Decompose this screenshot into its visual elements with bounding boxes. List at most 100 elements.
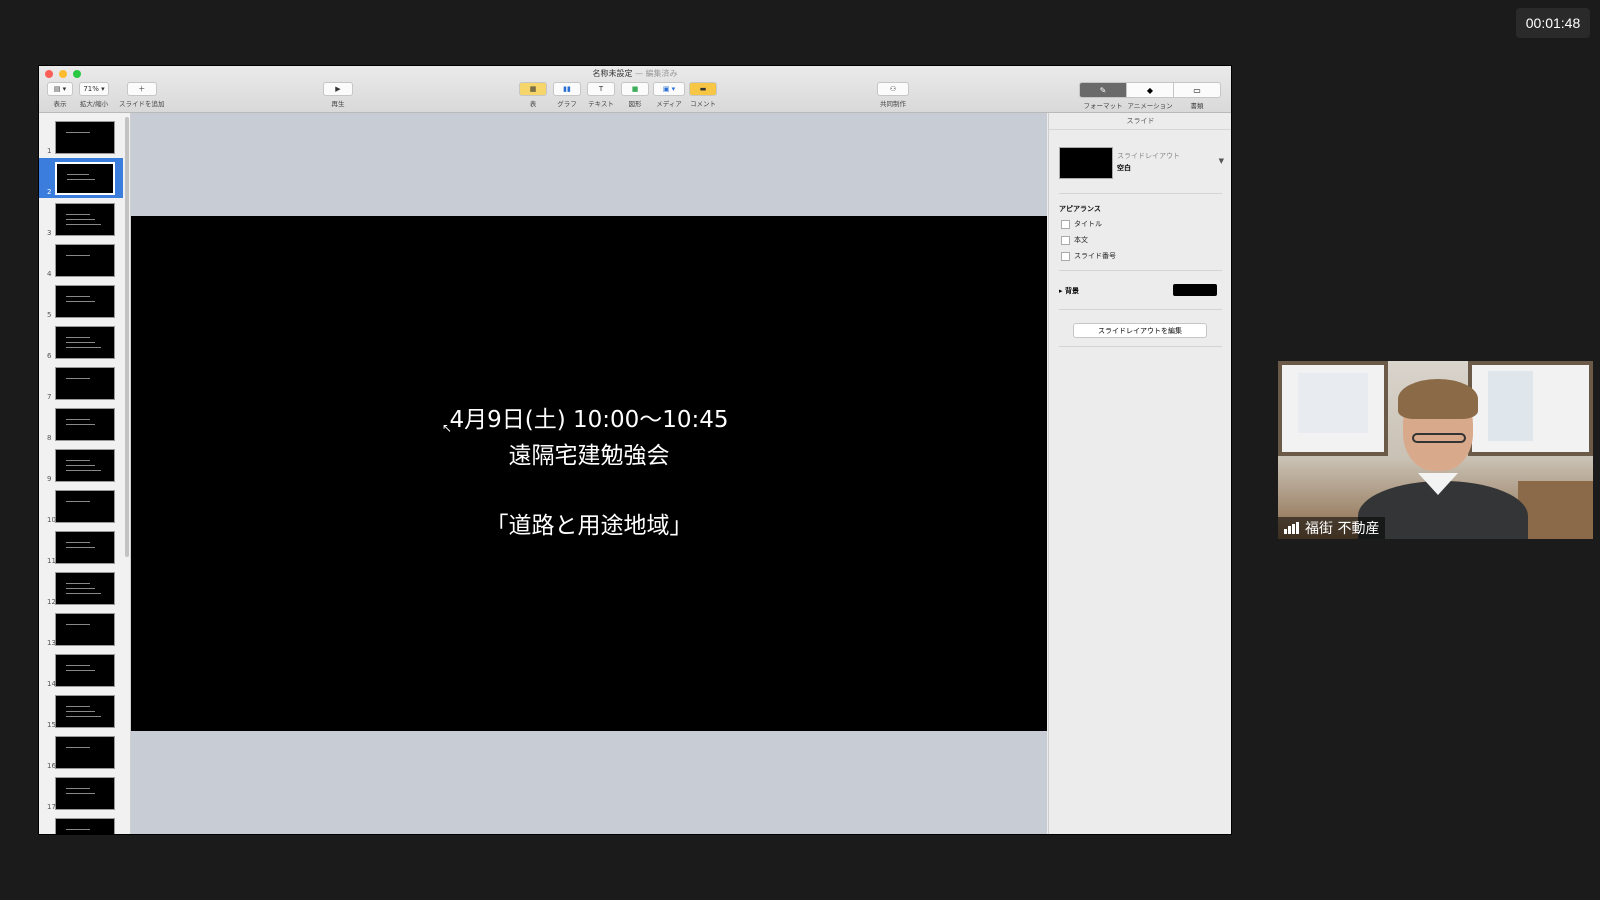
slide-thumbnail[interactable] xyxy=(55,408,115,441)
media-icon: ▣ ▾ xyxy=(653,82,685,96)
slide-thumbnail-row[interactable]: 15 xyxy=(39,691,123,731)
slide-thumbnail[interactable] xyxy=(55,449,115,482)
title-checkbox-label: タイトル xyxy=(1074,220,1102,228)
checkbox-icon xyxy=(1061,219,1070,229)
slide-thumbnail[interactable] xyxy=(55,490,115,523)
thumbnail-text-line xyxy=(66,716,102,717)
person-hair xyxy=(1398,379,1478,419)
thumbnail-text-line xyxy=(66,583,90,584)
slide-thumbnail[interactable] xyxy=(55,572,115,605)
navigator-scrollbar[interactable] xyxy=(125,117,129,557)
text-button[interactable]: T テキスト xyxy=(587,82,615,108)
slide-thumbnail[interactable] xyxy=(55,531,115,564)
add-slide-label: スライドを追加 xyxy=(119,100,165,108)
zoom-select[interactable]: 71% ▾ xyxy=(79,82,109,96)
collaborate-label: 共同制作 xyxy=(880,100,906,108)
plus-icon: ＋ xyxy=(126,82,157,96)
background-color-well[interactable] xyxy=(1173,284,1217,296)
slide-thumbnail[interactable] xyxy=(55,654,115,687)
mouse-cursor-icon: ↖ xyxy=(442,421,453,435)
play-button[interactable]: ▶ 再生 xyxy=(323,82,353,108)
slide-number-checkbox[interactable]: スライド番号 xyxy=(1061,251,1116,261)
edit-slide-layout-button[interactable]: スライドレイアウトを編集 xyxy=(1073,323,1207,338)
slide-thumbnail-row[interactable]: 5 xyxy=(39,281,123,321)
slide-navigator[interactable]: 123456789101112131415161718 xyxy=(39,113,131,834)
collaborate-button[interactable]: ⚇ 共同制作 xyxy=(877,82,909,108)
chart-label: グラフ xyxy=(557,100,577,108)
slide-thumbnail-row[interactable]: 10 xyxy=(39,486,123,526)
slide-thumbnail-row[interactable]: 18 xyxy=(39,814,123,834)
slide-thumbnail[interactable] xyxy=(55,162,115,195)
thumbnail-text-line xyxy=(66,347,102,348)
title-checkbox[interactable]: タイトル xyxy=(1061,219,1102,229)
slide-thumbnail-row[interactable]: 6 xyxy=(39,322,123,362)
slide-thumbnail[interactable] xyxy=(55,203,115,236)
slide-number: 14 xyxy=(47,680,56,688)
sidebar-view-icon: ▤ ▾ xyxy=(47,82,73,96)
slide-thumbnail[interactable] xyxy=(55,121,115,154)
slide-thumbnail-row[interactable]: 2 xyxy=(39,158,123,198)
participant-video[interactable]: 福街 不動産 xyxy=(1278,361,1593,539)
comment-icon: ▬ xyxy=(689,82,717,96)
add-slide-button[interactable]: ＋ スライドを追加 xyxy=(119,82,165,108)
slide-thumbnail[interactable] xyxy=(55,818,115,834)
slide-thumbnail[interactable] xyxy=(55,736,115,769)
slide-thumbnail-row[interactable]: 4 xyxy=(39,240,123,280)
thumbnail-text-line xyxy=(66,711,96,712)
slide-thumbnail-row[interactable]: 1 xyxy=(39,117,123,157)
slide-thumbnail-row[interactable]: 8 xyxy=(39,404,123,444)
document-tab-icon[interactable]: ▭ xyxy=(1174,83,1220,97)
thumbnail-text-line xyxy=(66,219,96,220)
slide-thumbnail[interactable] xyxy=(55,285,115,318)
table-label: 表 xyxy=(529,100,537,108)
slide-thumbnail[interactable] xyxy=(55,613,115,646)
current-slide[interactable]: 4月9日(土) 10:00〜10:45 遠隔宅建勉強会 「道路と用途地域」 ↖ xyxy=(131,216,1047,731)
checkbox-icon xyxy=(1061,251,1070,261)
slide-thumbnail-row[interactable]: 13 xyxy=(39,609,123,649)
slide-thumbnail-row[interactable]: 9 xyxy=(39,445,123,485)
zoom-control[interactable]: 71% ▾ 拡大/縮小 xyxy=(79,82,109,108)
thumbnail-text-line xyxy=(66,337,90,338)
background-disclosure[interactable]: ▸ 背景 xyxy=(1059,286,1079,296)
slide-thumbnail-row[interactable]: 12 xyxy=(39,568,123,608)
slide-thumbnail-row[interactable]: 16 xyxy=(39,732,123,772)
view-button[interactable]: ▤ ▾ 表示 xyxy=(47,82,73,108)
slide-event-line[interactable]: 遠隔宅建勉強会 xyxy=(131,436,1047,470)
animate-tab-icon[interactable]: ◆ xyxy=(1127,83,1174,97)
slide-thumbnail-row[interactable]: 3 xyxy=(39,199,123,239)
chart-button[interactable]: ▮▮ グラフ xyxy=(553,82,581,108)
thumbnail-text-line xyxy=(67,179,96,180)
shape-button[interactable]: ■ 図形 xyxy=(621,82,649,108)
inspector-tab-labels: フォーマット アニメーション 書類 xyxy=(1080,98,1221,110)
body-checkbox[interactable]: 本文 xyxy=(1061,235,1088,245)
slide-thumbnail-row[interactable]: 17 xyxy=(39,773,123,813)
layout-dropdown-icon[interactable]: ▼ xyxy=(1219,157,1224,165)
table-button[interactable]: ▦ 表 xyxy=(519,82,547,108)
slide-thumbnail-row[interactable]: 11 xyxy=(39,527,123,567)
slide-thumbnail[interactable] xyxy=(55,367,115,400)
layout-thumbnail[interactable] xyxy=(1059,147,1113,179)
thumbnail-text-line xyxy=(66,670,96,671)
thumbnail-text-line xyxy=(66,419,90,420)
slide-number: 15 xyxy=(47,721,56,729)
slide-canvas[interactable]: 4月9日(土) 10:00〜10:45 遠隔宅建勉強会 「道路と用途地域」 ↖ xyxy=(131,113,1047,834)
edited-status: — 編集済み xyxy=(635,69,678,78)
slide-thumbnail-row[interactable]: 14 xyxy=(39,650,123,690)
slide-number: 5 xyxy=(47,311,52,319)
inspector-header: スライド xyxy=(1049,113,1231,130)
comment-button[interactable]: ▬ コメント xyxy=(689,82,717,108)
format-label: フォーマット xyxy=(1083,102,1123,110)
body-checkbox-label: 本文 xyxy=(1074,236,1088,244)
slide-thumbnail[interactable] xyxy=(55,326,115,359)
background-label: 背景 xyxy=(1064,287,1079,295)
slide-topic-line[interactable]: 「道路と用途地域」 xyxy=(131,506,1047,540)
slide-thumbnail[interactable] xyxy=(55,244,115,277)
media-button[interactable]: ▣ ▾ メディア xyxy=(653,82,685,108)
slide-thumbnail[interactable] xyxy=(55,777,115,810)
slide-number: 10 xyxy=(47,516,56,524)
slide-thumbnail[interactable] xyxy=(55,695,115,728)
slide-date-line[interactable]: 4月9日(土) 10:00〜10:45 xyxy=(131,400,1047,434)
inspector-segmented-control: ✎ ◆ ▭ xyxy=(1079,82,1221,98)
format-tab-icon[interactable]: ✎ xyxy=(1080,83,1127,97)
slide-thumbnail-row[interactable]: 7 xyxy=(39,363,123,403)
